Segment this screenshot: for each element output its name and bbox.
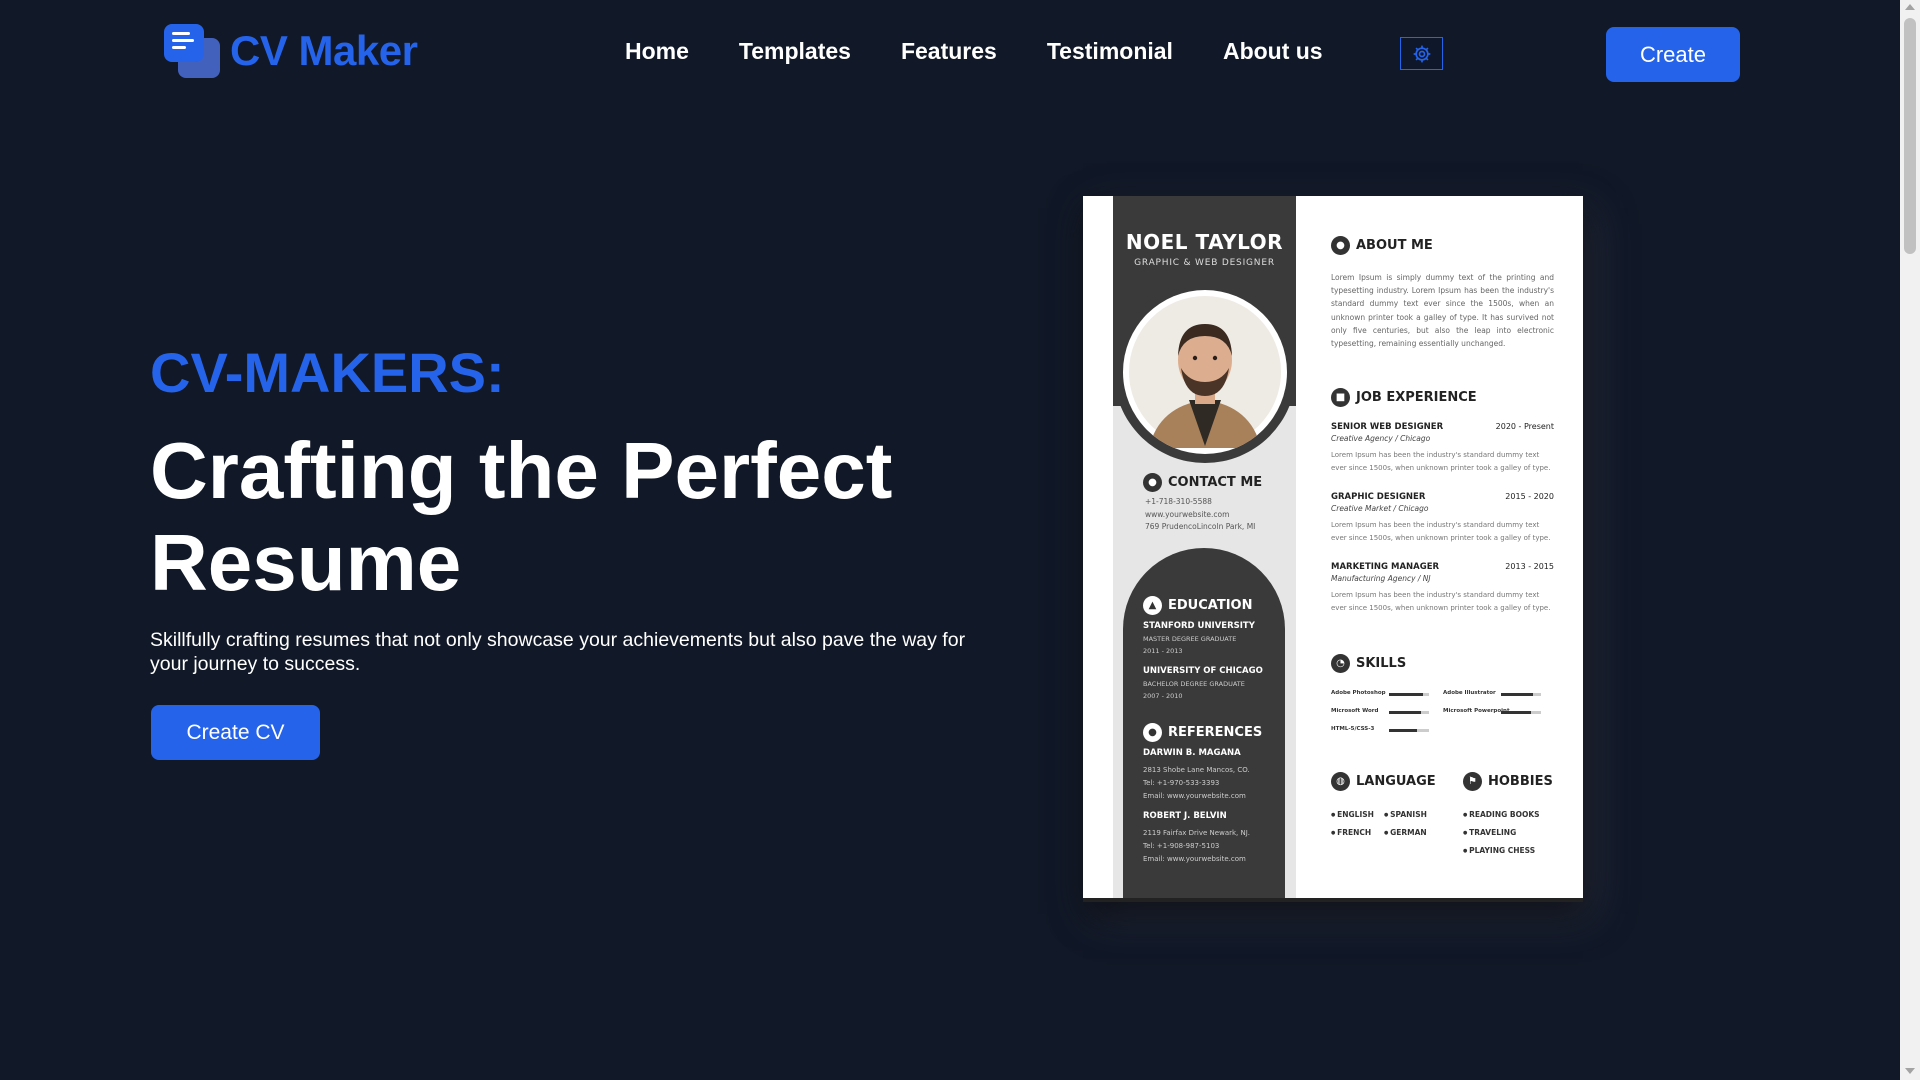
create-button[interactable]: Create <box>1606 27 1740 82</box>
briefcase-icon: ■ <box>1331 388 1350 407</box>
reference-item: ROBERT J. BELVIN 2119 Fairfax Drive Newa… <box>1143 811 1251 863</box>
gear-icon <box>1413 45 1430 62</box>
contact-website: www.yourwebsite.com <box>1145 509 1230 519</box>
education-item: STANFORD UNIVERSITY MASTER DEGREE GRADUA… <box>1143 621 1255 655</box>
job-item: GRAPHIC DESIGNER 2015 - 2020 Creative Mar… <box>1331 492 1554 542</box>
hero-title: Crafting the Perfect Resume <box>150 426 893 607</box>
nav-features-link[interactable]: Features <box>901 38 997 65</box>
hobbies-section-title: ⚑ HOBBIES <box>1463 772 1553 791</box>
graduation-cap-icon: ▲ <box>1143 596 1162 615</box>
scroll-down-arrow-icon[interactable] <box>1905 1068 1915 1074</box>
pie-chart-icon: ◔ <box>1331 654 1350 673</box>
brand-logo[interactable]: CV Maker <box>164 24 418 78</box>
resume-role: GRAPHIC & WEB DESIGNER <box>1134 258 1275 268</box>
skill-item: HTML-5/CSS-3 <box>1331 726 1441 736</box>
skill-item: Microsoft Powerpoint <box>1443 708 1553 718</box>
language-section-title: ◍ LANGUAGE <box>1331 772 1436 791</box>
hobbies-list: READING BOOKS TRAVELING PLAYING CHESS <box>1463 806 1539 860</box>
top-navbar: CV Maker Home Templates Features Testimo… <box>0 0 1900 110</box>
hero-description: Skillfully crafting resumes that not onl… <box>150 629 966 675</box>
education-item: UNIVERSITY OF CHICAGO BACHELOR DEGREE GR… <box>1143 666 1263 700</box>
language-list: ENGLISH FRENCH <box>1331 806 1374 842</box>
contact-address: 769 PrudencoLincoln Park, MI <box>1145 522 1256 531</box>
job-item: MARKETING MANAGER 2013 - 2015 Manufacturi… <box>1331 562 1554 612</box>
contact-section-title: ● CONTACT ME <box>1143 473 1262 492</box>
create-cv-button[interactable]: Create CV <box>151 705 320 760</box>
user-icon: ● <box>1143 473 1162 492</box>
scroll-up-arrow-icon[interactable] <box>1905 4 1915 10</box>
job-section-title: ■ JOB EXPERIENCE <box>1331 388 1477 407</box>
contact-phone: +1-718-310-5588 <box>1145 497 1212 506</box>
reference-item: DARWIN B. MAGANA 2813 Shobe Lane Mancos,… <box>1143 748 1250 800</box>
hero-kicker: CV-MAKERS: <box>150 341 505 404</box>
nav-about-link[interactable]: About us <box>1223 38 1323 65</box>
skill-item: Microsoft Word <box>1331 708 1441 718</box>
references-section-title: ● REFERENCES <box>1143 723 1262 742</box>
globe-icon: ◍ <box>1331 772 1350 791</box>
brand-name: CV Maker <box>230 27 418 74</box>
nav-testimonial-link[interactable]: Testimonial <box>1047 38 1173 65</box>
about-section-title: ● ABOUT ME <box>1331 236 1433 255</box>
document-icon <box>164 24 220 78</box>
flag-icon: ⚑ <box>1463 772 1482 791</box>
main-menu: Home Templates Features Testimonial Abou… <box>625 38 1323 65</box>
resume-name: NOEL TAYLOR <box>1125 230 1284 254</box>
nav-home-link[interactable]: Home <box>625 38 689 65</box>
skill-item: Adobe Photoshop <box>1331 690 1441 700</box>
nav-templates-link[interactable]: Templates <box>739 38 851 65</box>
resume-avatar <box>1123 290 1287 454</box>
contact-list: +1-718-310-5588 www.yourwebsite.com 769 … <box>1145 496 1255 534</box>
skill-item: Adobe Illustrator <box>1443 690 1553 700</box>
theme-toggle-button[interactable] <box>1400 37 1443 70</box>
job-item: SENIOR WEB DESIGNER 2020 - Present Creati… <box>1331 422 1554 472</box>
about-text: Lorem Ipsum is simply dummy text of the … <box>1331 273 1554 349</box>
education-section-title: ▲ EDUCATION <box>1143 596 1252 615</box>
scrollbar-thumb[interactable] <box>1904 18 1916 254</box>
resume-preview: NOEL TAYLOR GRAPHIC & WEB DESIGNER ● CONT… <box>1083 196 1583 902</box>
skills-section-title: ◔ SKILLS <box>1331 654 1406 673</box>
people-icon: ● <box>1143 723 1162 742</box>
user-icon: ● <box>1331 236 1350 255</box>
language-list: SPANISH GERMAN <box>1384 806 1427 842</box>
